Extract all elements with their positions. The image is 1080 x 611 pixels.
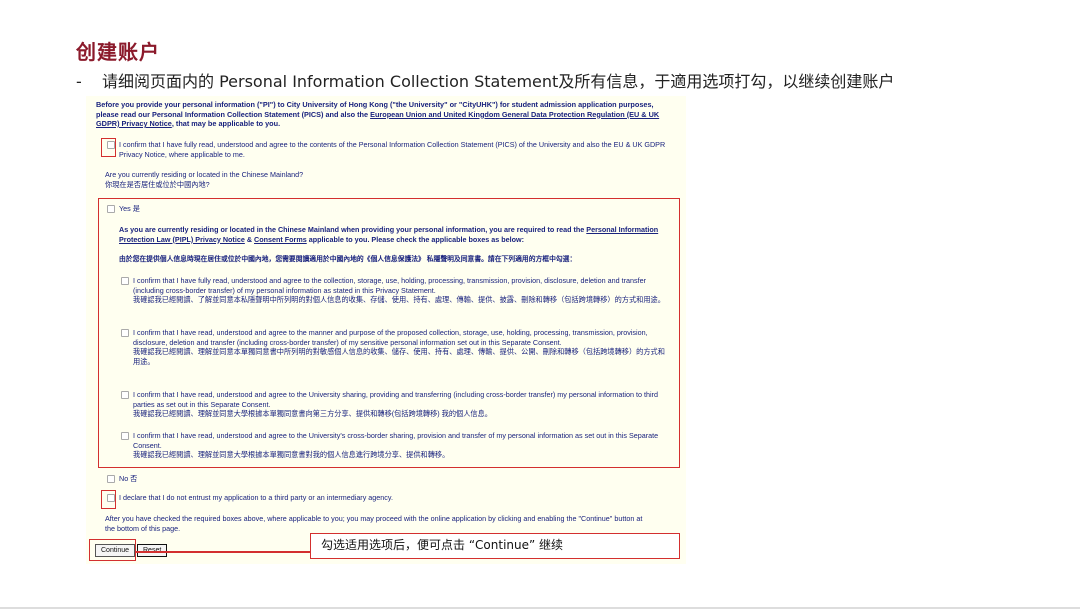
declare-checkbox[interactable] bbox=[107, 494, 115, 502]
residency-question: Are you currently residing or located in… bbox=[105, 170, 303, 190]
consent-4-zh: 我確認我已經閱讀、理解並同意大學根據本單獨同意書對我的個人信息進行跨境分享、提供… bbox=[133, 450, 450, 459]
consent-3-en: I confirm that I have read, understood a… bbox=[133, 390, 658, 409]
confirm-pics-label: I confirm that I have fully read, unders… bbox=[119, 140, 666, 159]
continue-button[interactable]: Continue bbox=[95, 544, 136, 557]
pipl-notice-en: As you are currently residing or located… bbox=[119, 225, 674, 244]
consent-checkbox-2[interactable] bbox=[121, 329, 129, 337]
consent-4-en: I confirm that I have read, understood a… bbox=[133, 431, 659, 450]
slide-subtitle: - 请细阅页面内的 Personal Information Collection… bbox=[76, 68, 894, 92]
residency-question-zh: 你現在是否居住或位於中國內地? bbox=[105, 180, 210, 189]
subtitle-dash: - bbox=[76, 72, 82, 91]
consent-1-en: I confirm that I have fully read, unders… bbox=[133, 276, 646, 295]
declare-label: I declare that I do not entrust my appli… bbox=[119, 493, 393, 502]
pipl-notice-zh: 由於您在提供個人信息時現在居住或位於中國內地，您需要閱讀適用於中國內地的《個人信… bbox=[119, 256, 577, 263]
consent-forms-link[interactable]: Consent Forms bbox=[254, 235, 307, 244]
yes-radio[interactable] bbox=[107, 205, 115, 213]
callout-connector bbox=[136, 551, 310, 553]
consent-checkbox-3[interactable] bbox=[121, 391, 129, 399]
slide-title: 创建账户 bbox=[76, 40, 160, 64]
bottom-divider bbox=[0, 607, 1080, 609]
consent-1-zh: 我確認我已經閱讀、了解並同意本私隱聲明中所列明的對個人信息的收集、存儲、使用、持… bbox=[133, 295, 665, 304]
intro-part-2: , that may be applicable to you. bbox=[171, 119, 281, 128]
consent-checkbox-4[interactable] bbox=[121, 432, 129, 440]
no-radio[interactable] bbox=[107, 475, 115, 483]
consent-2-en: I confirm that I have read, understood a… bbox=[133, 328, 648, 347]
subtitle-text: 请细阅页面内的 Personal Information Collection … bbox=[102, 72, 895, 91]
yes-label: Yes 是 bbox=[119, 204, 140, 213]
pipl-notice-part-2: applicable to you. Please check the appl… bbox=[306, 234, 525, 244]
continue-callout: 勾选适用选项后，便可点击 “Continue” 继续 bbox=[310, 533, 680, 559]
consent-3-zh: 我確認我已經閱讀、理解並同意大學根據本單獨同意書向第三方分享、提供和轉移(包括跨… bbox=[133, 409, 492, 418]
pipl-notice-part-1: As you are currently residing or located… bbox=[119, 225, 587, 234]
intro-text: Before you provide your personal informa… bbox=[96, 100, 676, 129]
consent-2-zh: 我確認我已經閱讀、理解並同意本單獨同意書中所列明的對敏感個人信息的收集、儲存、使… bbox=[133, 347, 665, 366]
residency-question-en: Are you currently residing or located in… bbox=[105, 170, 304, 179]
pipl-notice-amp: & bbox=[244, 234, 255, 244]
form-panel: Before you provide your personal informa… bbox=[86, 96, 686, 564]
consent-checkbox-1[interactable] bbox=[121, 277, 129, 285]
confirm-pics-checkbox[interactable] bbox=[107, 141, 115, 149]
after-note: After you have checked the required boxe… bbox=[105, 514, 643, 533]
no-label: No 否 bbox=[119, 474, 138, 483]
